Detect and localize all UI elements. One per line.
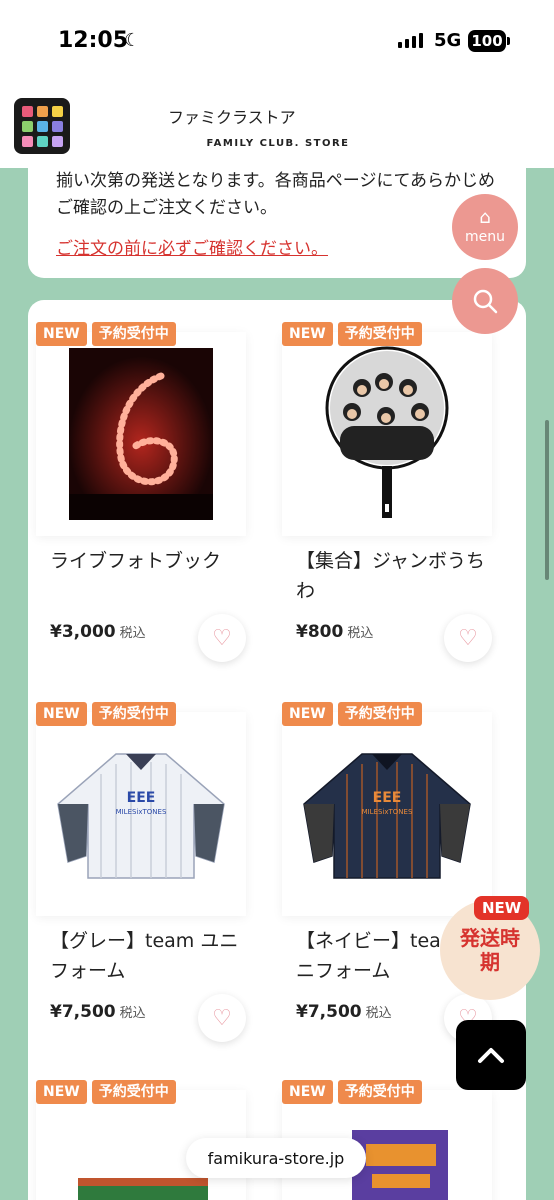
product-badges: NEW 予約受付中	[36, 702, 176, 726]
status-time: 12:05	[58, 28, 129, 53]
svg-text:MILESixTONES: MILESixTONES	[362, 808, 413, 816]
preorder-badge: 予約受付中	[91, 702, 176, 726]
menu-label: menu	[465, 229, 505, 245]
notice-text-line2: ご確認の上ご注文ください。	[56, 198, 277, 218]
moon-icon: ☾	[124, 30, 141, 51]
shop-awning-icon: ⌂	[479, 207, 491, 228]
search-button[interactable]	[452, 268, 518, 334]
battery-indicator: 100	[468, 30, 510, 52]
heart-icon[interactable]: ♡	[198, 994, 246, 1042]
tax-label: 税込	[119, 626, 146, 641]
logo-subtitle: FAMILY CLUB. STORE	[206, 138, 350, 149]
new-badge: NEW	[282, 322, 333, 346]
new-badge: NEW	[282, 1080, 333, 1104]
menu-button[interactable]: ⌂ menu	[452, 194, 518, 260]
preorder-badge: 予約受付中	[337, 1080, 422, 1104]
scrollbar[interactable]	[545, 420, 549, 580]
price-value: ¥3,000	[50, 622, 116, 642]
new-badge: NEW	[36, 322, 87, 346]
network-type: 5G	[434, 30, 462, 51]
product-badges: NEW 予約受付中	[36, 1080, 176, 1104]
heart-icon[interactable]: ♡	[444, 614, 492, 662]
product-image-photobook[interactable]	[36, 332, 246, 536]
product-name[interactable]: ライブフォトブック	[50, 546, 242, 576]
preorder-badge: 予約受付中	[337, 322, 422, 346]
preorder-badge: 予約受付中	[337, 702, 422, 726]
product-badges: NEW 予約受付中	[282, 322, 422, 346]
app-grid-button[interactable]	[14, 98, 70, 154]
tax-label: 税込	[119, 1006, 146, 1021]
product-image-uniform-gray[interactable]: EEE MILESixTONES	[36, 712, 246, 916]
product-image-uchiwa[interactable]	[282, 332, 492, 536]
url-bar[interactable]: famikura-store.jp	[186, 1138, 366, 1178]
product-price: ¥7,500 税込	[296, 1002, 392, 1022]
product-image-uniform-navy[interactable]: EEE MILESixTONES	[282, 712, 492, 916]
preorder-badge: 予約受付中	[91, 322, 176, 346]
preorder-badge: 予約受付中	[91, 1080, 176, 1104]
svg-text:EEE: EEE	[127, 790, 156, 806]
url-text: famikura-store.jp	[207, 1148, 345, 1168]
warning-link[interactable]: ご注文の前に必ずご確認ください。	[56, 236, 498, 263]
product-badges: NEW 予約受付中	[282, 702, 422, 726]
product-name[interactable]: 【集合】ジャンボうちわ	[296, 546, 488, 606]
new-badge: NEW	[282, 702, 333, 726]
new-badge: NEW	[36, 702, 87, 726]
search-icon	[473, 289, 498, 314]
new-badge: NEW	[36, 1080, 87, 1104]
status-bar: 12:05 ☾ 5G 100	[0, 0, 554, 84]
product-name[interactable]: 【グレー】team ユニフォーム	[50, 926, 242, 986]
svg-text:MILESixTONES: MILESixTONES	[116, 808, 167, 816]
heart-icon[interactable]: ♡	[198, 614, 246, 662]
signal-icon	[398, 32, 423, 48]
ship-label: 発送時期	[460, 926, 520, 974]
tax-label: 税込	[347, 626, 374, 641]
price-value: ¥800	[296, 622, 344, 642]
logo-text: ファミクラストア	[168, 108, 296, 127]
site-logo[interactable]: ファミクラストア FAMILY CLUB. STORE	[168, 104, 388, 149]
svg-text:EEE: EEE	[373, 790, 402, 806]
product-price: ¥800 税込	[296, 622, 373, 642]
scroll-to-top-button[interactable]	[456, 1020, 526, 1090]
ship-new-badge: NEW	[474, 896, 530, 920]
site-header: ファミクラストア FAMILY CLUB. STORE	[0, 84, 554, 168]
product-badges: NEW 予約受付中	[36, 322, 176, 346]
chevron-up-icon	[478, 1048, 504, 1063]
product-price: ¥7,500 税込	[50, 1002, 146, 1022]
shipping-schedule-button[interactable]: NEW 発送時期	[440, 896, 540, 1000]
price-value: ¥7,500	[50, 1002, 116, 1022]
product-badges: NEW 予約受付中	[282, 1080, 422, 1104]
product-price: ¥3,000 税込	[50, 622, 146, 642]
tax-label: 税込	[365, 1006, 392, 1021]
product-grid: NEW 予約受付中 ライブフォトブック ¥3,000 税込 ♡ NEW 予約受付中	[28, 300, 526, 1200]
price-value: ¥7,500	[296, 1002, 362, 1022]
notice-text-line1: 揃い次第の発送となります。各商品ページにてあらかじめ	[56, 171, 495, 191]
